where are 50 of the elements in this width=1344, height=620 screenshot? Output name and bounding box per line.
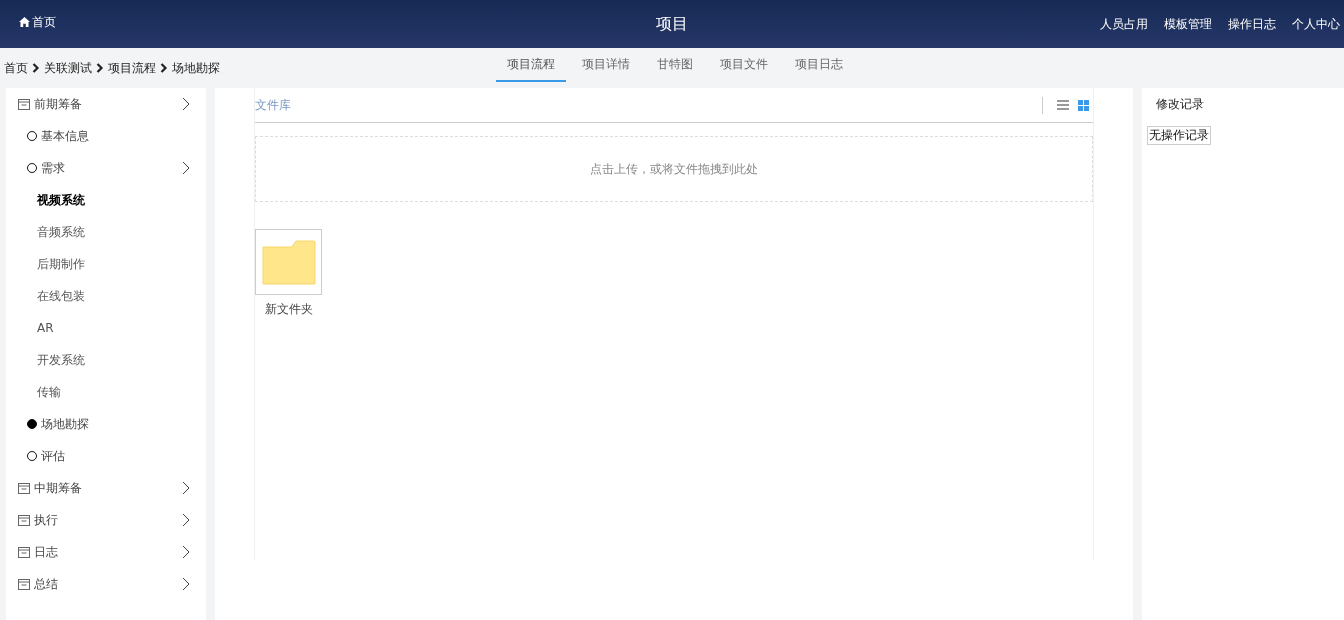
sidebar-item[interactable]: AR	[6, 312, 206, 344]
chevron-right-icon	[96, 63, 104, 73]
tab[interactable]: 甘特图	[646, 48, 704, 82]
breadcrumb-link[interactable]: 关联测试	[44, 59, 92, 77]
sidebar-item[interactable]: 日志	[6, 536, 206, 568]
nav-link[interactable]: 操作日志	[1228, 15, 1276, 33]
upload-hint: 点击上传，或将文件拖拽到此处	[590, 160, 758, 178]
sidebar-item[interactable]: 后期制作	[6, 248, 206, 280]
home-icon	[19, 17, 30, 27]
sidebar-item[interactable]: 评估	[6, 440, 206, 472]
sidebar-item[interactable]: 开发系统	[6, 344, 206, 376]
calendar-icon	[18, 98, 30, 110]
breadcrumb-link[interactable]: 场地勘探	[172, 59, 220, 77]
sidebar-item[interactable]: 视频系统	[6, 184, 206, 216]
sidebar-item[interactable]: 传输	[6, 376, 206, 408]
nav-link[interactable]: 模板管理	[1164, 15, 1212, 33]
breadcrumb-link[interactable]: 项目流程	[108, 59, 156, 77]
upload-area[interactable]: 点击上传，或将文件拖拽到此处	[255, 136, 1093, 202]
calendar-icon	[18, 546, 30, 558]
calendar-icon	[18, 578, 30, 590]
section-title: 文件库	[255, 96, 291, 114]
breadcrumb-link[interactable]: 首页	[4, 59, 28, 77]
chevron-right-icon	[32, 63, 40, 73]
chevron-right-icon	[160, 63, 168, 73]
sidebar-item[interactable]: 音频系统	[6, 216, 206, 248]
sidebar-item[interactable]: 中期筹备	[6, 472, 206, 504]
folder-name: 新文件夹	[264, 301, 313, 318]
list-view-icon[interactable]	[1057, 100, 1069, 110]
calendar-icon	[18, 514, 30, 526]
folder-icon	[261, 239, 316, 285]
folder-tile[interactable]	[255, 229, 322, 295]
home-link[interactable]: 首页	[19, 13, 56, 31]
sidebar-item[interactable]: 在线包装	[6, 280, 206, 312]
tab[interactable]: 项目日志	[784, 48, 854, 82]
grid-view-icon[interactable]	[1078, 99, 1089, 111]
page-title: 项目	[655, 13, 689, 35]
nav-link[interactable]: 个人中心	[1292, 15, 1340, 33]
sidebar-item[interactable]: 总结	[6, 568, 206, 600]
tab[interactable]: 项目文件	[709, 48, 779, 82]
sidebar-item[interactable]: 前期筹备	[6, 88, 206, 120]
calendar-icon	[18, 482, 30, 494]
sidebar-item[interactable]: 需求	[6, 152, 206, 184]
sidebar-item[interactable]: 场地勘探	[6, 408, 206, 440]
panel-title: 修改记录	[1155, 96, 1205, 113]
tab[interactable]: 项目流程	[496, 48, 566, 82]
nav-link[interactable]: 人员占用	[1100, 15, 1148, 33]
tab[interactable]: 项目详情	[571, 48, 641, 82]
empty-message: 无操作记录	[1147, 126, 1211, 145]
sidebar-item[interactable]: 执行	[6, 504, 206, 536]
sidebar-item[interactable]: 基本信息	[6, 120, 206, 152]
